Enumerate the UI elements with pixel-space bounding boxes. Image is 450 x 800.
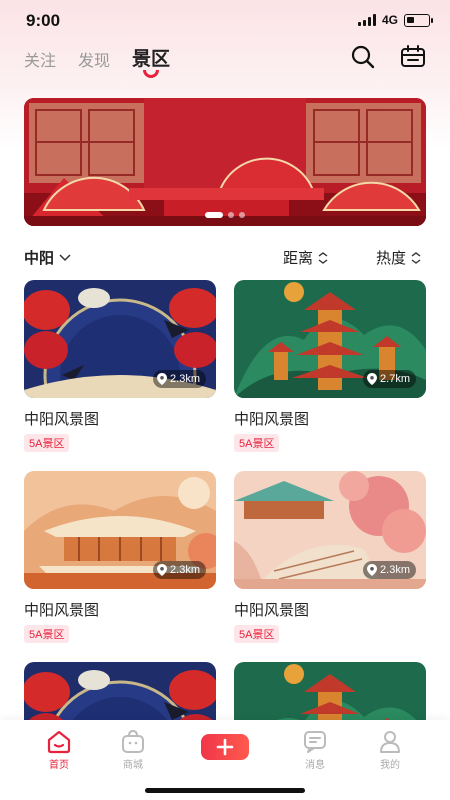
search-icon[interactable] xyxy=(350,44,376,70)
tab-discover[interactable]: 发现 xyxy=(78,47,110,71)
city-filter[interactable]: 中阳 xyxy=(24,247,71,268)
nav-messages[interactable]: 消息 xyxy=(285,728,345,771)
location-pin-icon xyxy=(157,373,167,385)
nav-home-label: 首页 xyxy=(49,760,69,771)
message-icon xyxy=(304,731,326,753)
signal-icon xyxy=(357,14,376,26)
carousel-dot-active xyxy=(205,212,223,218)
scenic-level-tag: 5A景区 xyxy=(24,434,70,452)
user-icon xyxy=(380,731,400,753)
scenic-card-title: 中阳风景图 xyxy=(24,602,100,619)
carousel-dots xyxy=(205,212,245,218)
sort-icon xyxy=(318,251,328,264)
distance-badge: 2.7km xyxy=(363,370,416,388)
city-filter-label: 中阳 xyxy=(24,250,55,267)
carousel-dot xyxy=(228,212,234,218)
scenic-card-title: 中阳风景图 xyxy=(234,602,310,619)
distance-badge: 2.3km xyxy=(363,561,416,579)
carousel-dot xyxy=(239,212,245,218)
distance-sort[interactable]: 距离 xyxy=(283,247,328,268)
distance-value: 2.3km xyxy=(170,564,200,576)
scenic-card-image: 2.7km xyxy=(234,280,426,398)
chevron-down-icon xyxy=(59,253,71,261)
banner-carousel[interactable] xyxy=(24,98,426,226)
nav-profile-label: 我的 xyxy=(380,760,400,771)
nav-shop[interactable]: 商城 xyxy=(103,728,163,771)
scenic-card[interactable]: 2.7km 中阳风景图 5A景区 xyxy=(234,280,426,452)
distance-value: 2.3km xyxy=(170,373,200,385)
top-tabs: 关注 发现 景区 xyxy=(24,44,171,78)
scenic-card[interactable]: 2.3km 中阳风景图 5A景区 xyxy=(24,280,216,452)
ticket-icon[interactable] xyxy=(400,44,426,70)
location-pin-icon xyxy=(367,564,377,576)
scenic-card[interactable]: 2.3km 中阳风景图 5A景区 xyxy=(234,471,426,643)
plus-icon xyxy=(216,738,234,756)
distance-value: 2.3km xyxy=(380,564,410,576)
scenic-level-tag: 5A景区 xyxy=(24,625,70,643)
scenic-card[interactable]: 2.3km 中阳风景图 5A景区 xyxy=(24,471,216,643)
status-indicators: 4G xyxy=(357,13,433,27)
nav-profile[interactable]: 我的 xyxy=(360,728,420,771)
scenic-level-tag: 5A景区 xyxy=(234,625,280,643)
scenic-card-title: 中阳风景图 xyxy=(234,411,310,428)
nav-shop-label: 商城 xyxy=(123,760,143,771)
scenic-card-image: 2.3km xyxy=(24,280,216,398)
sort-icon xyxy=(411,251,421,264)
location-pin-icon xyxy=(367,373,377,385)
distance-value: 2.7km xyxy=(380,373,410,385)
tab-follow[interactable]: 关注 xyxy=(24,47,56,71)
filter-bar: 中阳 距离 热度 xyxy=(24,247,428,269)
tab-scenic[interactable]: 景区 xyxy=(132,44,171,78)
publish-button[interactable] xyxy=(201,734,249,760)
tab-scenic-label: 景区 xyxy=(132,49,171,70)
distance-badge: 2.3km xyxy=(153,370,206,388)
battery-icon xyxy=(404,13,433,27)
distance-badge: 2.3km xyxy=(153,561,206,579)
nav-home[interactable]: 首页 xyxy=(29,728,89,771)
location-pin-icon xyxy=(157,564,167,576)
banner-image xyxy=(24,98,426,226)
status-bar: 9:00 4G xyxy=(0,0,450,42)
scenic-card-image: 2.3km xyxy=(24,471,216,589)
status-time: 9:00 xyxy=(26,11,61,30)
popularity-sort[interactable]: 热度 xyxy=(376,247,421,268)
scenic-card-image: 2.3km xyxy=(234,471,426,589)
home-icon xyxy=(47,730,71,754)
distance-sort-label: 距离 xyxy=(283,250,314,267)
nav-messages-label: 消息 xyxy=(305,760,325,771)
home-indicator xyxy=(145,788,305,793)
scenic-level-tag: 5A景区 xyxy=(234,434,280,452)
shop-icon xyxy=(122,729,144,753)
popularity-sort-label: 热度 xyxy=(376,250,407,267)
network-type: 4G xyxy=(381,13,398,27)
scenic-card-title: 中阳风景图 xyxy=(24,411,100,428)
